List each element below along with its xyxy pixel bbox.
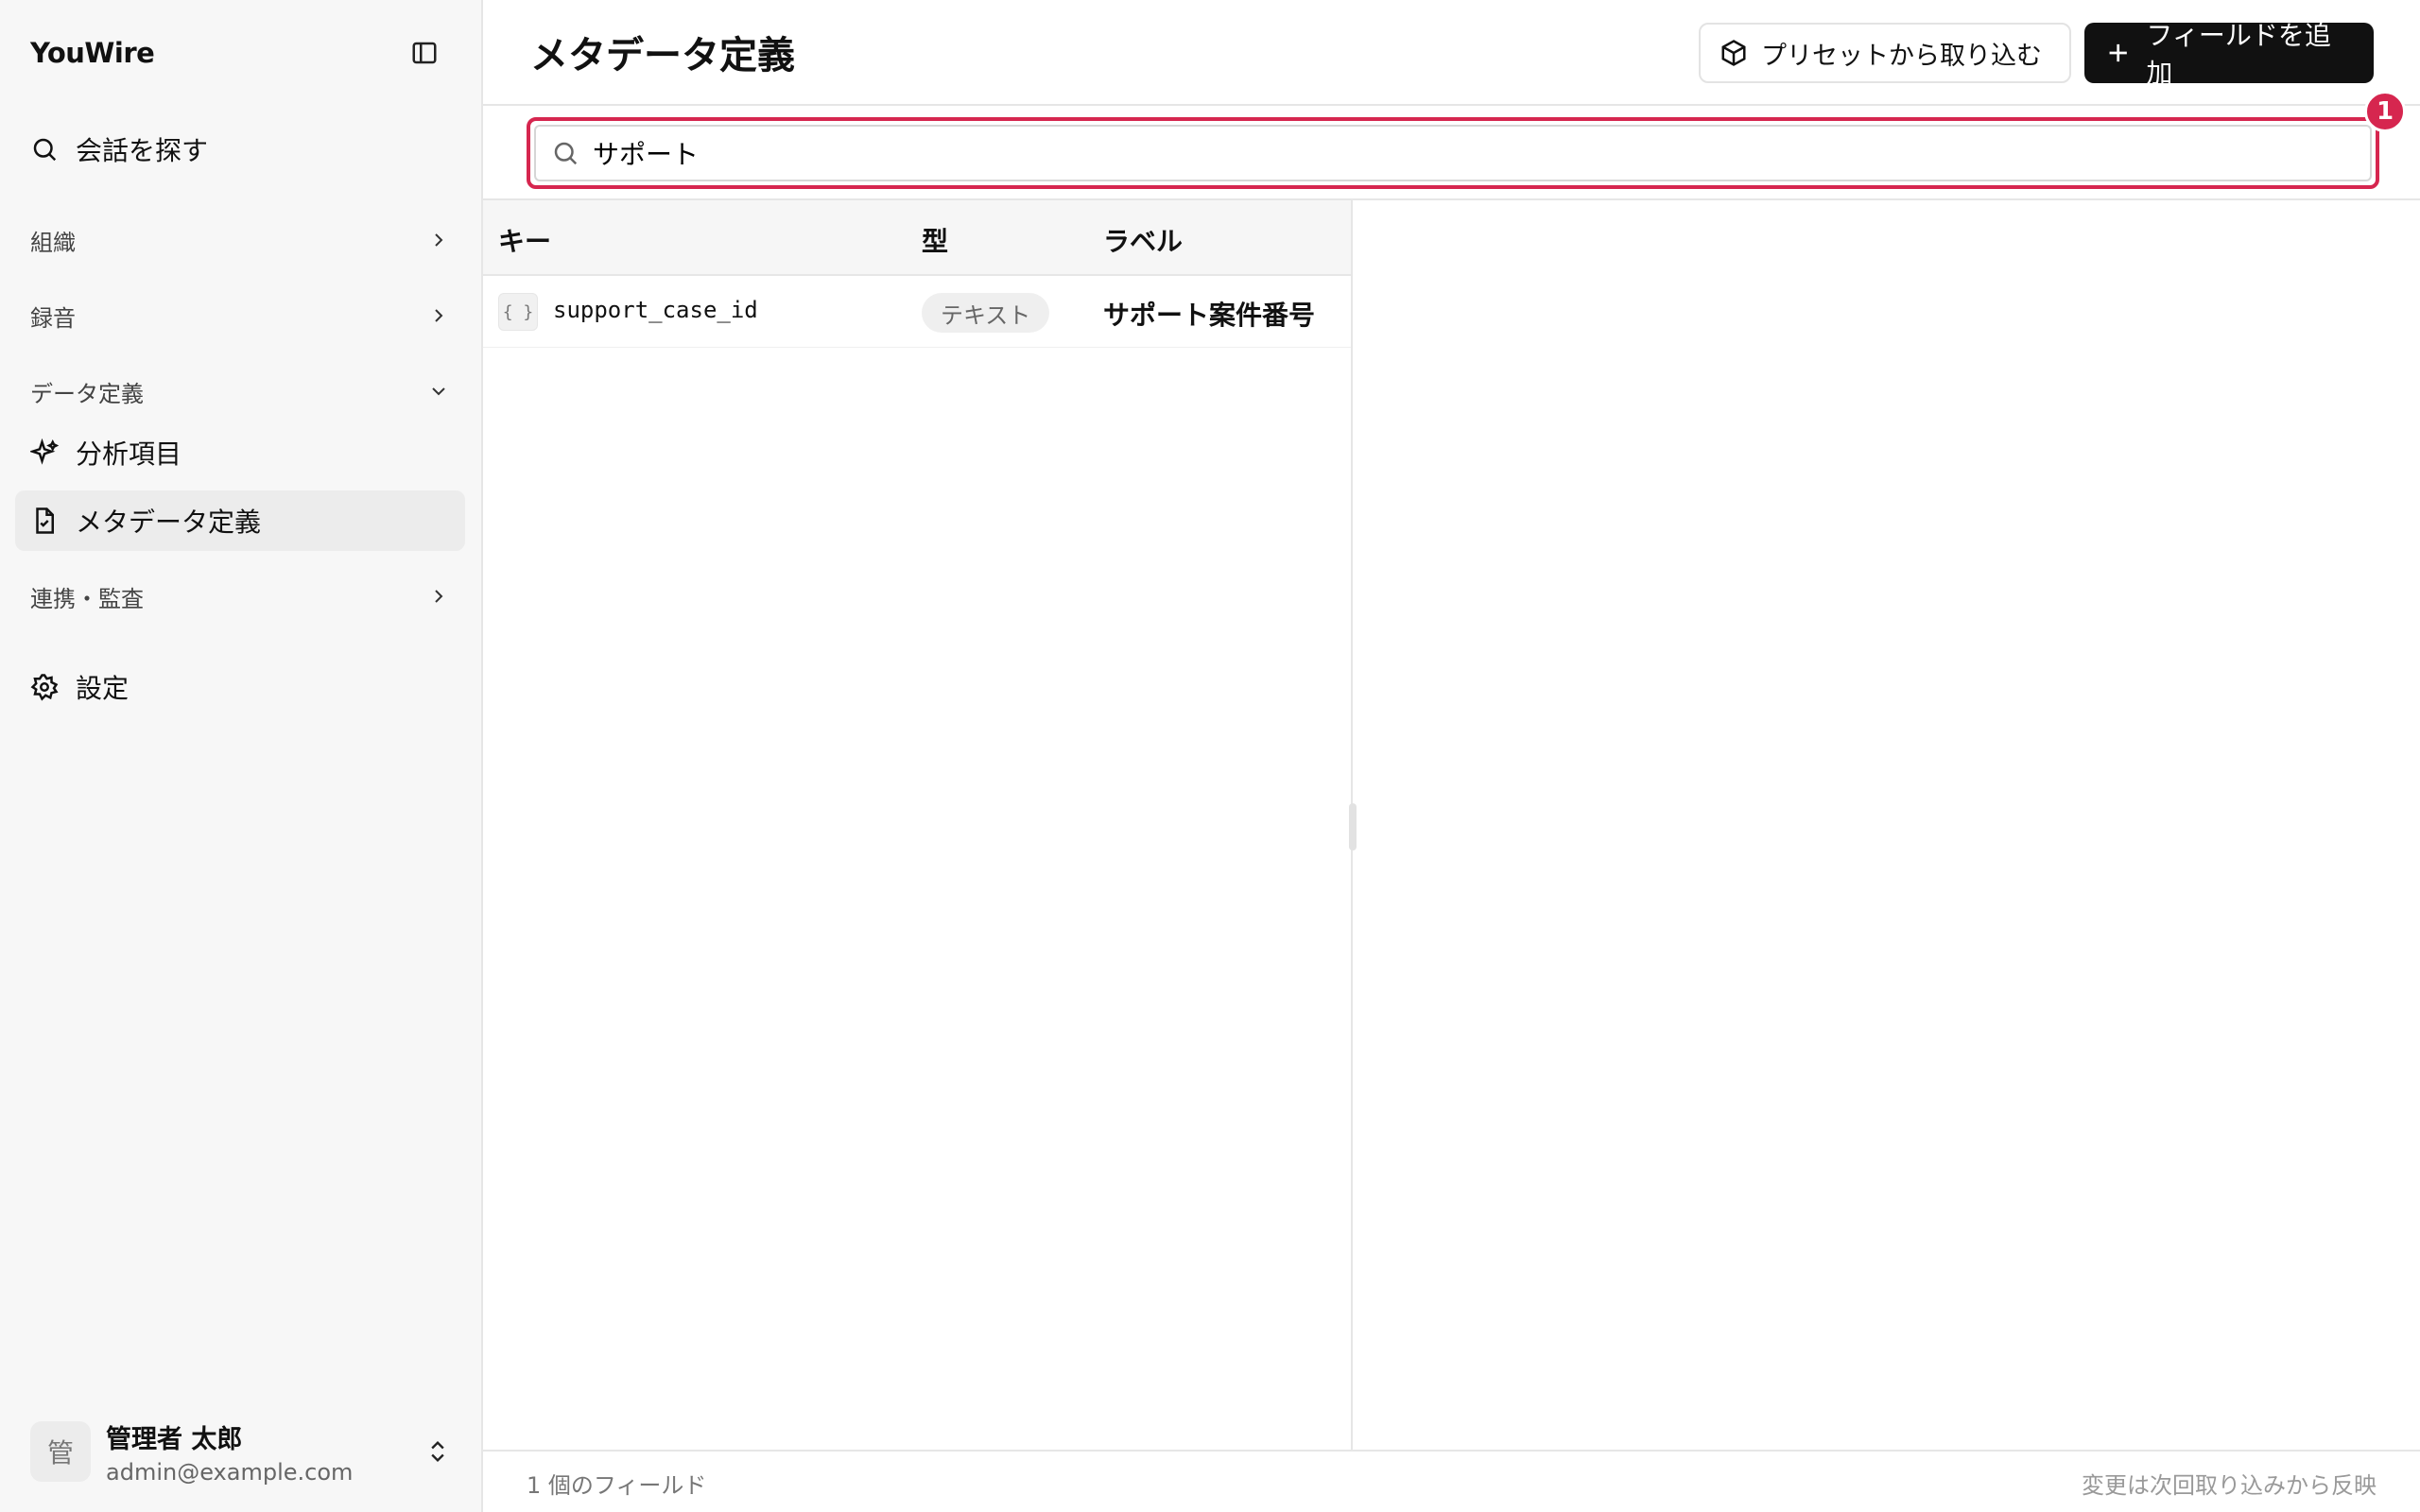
- column-type: 型: [922, 226, 949, 257]
- user-email: admin@example.com: [106, 1458, 354, 1486]
- sidebar-item-label: 分析項目: [76, 438, 182, 470]
- column-key: キー: [498, 226, 552, 257]
- field-label: サポート案件番号: [1103, 300, 1316, 331]
- import-preset-button[interactable]: プリセットから取り込む: [1699, 23, 2071, 83]
- search-field-highlight: [527, 117, 2379, 189]
- chevron-right-icon: [435, 309, 443, 322]
- chevron-right-icon: [435, 233, 443, 247]
- field-count: 1 個のフィールド: [527, 1472, 707, 1499]
- main-content: メタデータ定義 プリセットから取り込む フィールドを追加 1 キー 型 ラベル: [483, 0, 2420, 1512]
- group-label: データ定義: [30, 380, 144, 407]
- header: メタデータ定義 プリセットから取り込む フィールドを追加: [483, 0, 2420, 106]
- type-badge: テキスト: [922, 293, 1050, 333]
- brand-row: YouWire: [30, 28, 443, 77]
- sidebar-group-recording[interactable]: 録音: [15, 289, 465, 342]
- user-menu[interactable]: 管 管理者 太郎 admin@example.com: [30, 1414, 451, 1489]
- page-title: メタデータ定義: [530, 34, 795, 77]
- import-preset-label: プリセットから取り込む: [1761, 41, 2042, 71]
- footer-note: 変更は次回取り込みから反映: [2082, 1472, 2377, 1499]
- column-label: ラベル: [1103, 226, 1184, 257]
- app: YouWire 会話を探す 組織 録音 データ定義 分析項目 メタデータ定義 連…: [0, 0, 2420, 1512]
- chevron-up-down-icon: [431, 1441, 444, 1462]
- field-key: support_case_id: [553, 297, 758, 323]
- sidebar-toggle-icon: [412, 42, 437, 64]
- sidebar-item-label: 設定: [76, 673, 130, 704]
- sidebar-item-metadata-definition[interactable]: メタデータ定義: [15, 490, 465, 551]
- sidebar-group-data-definition[interactable]: データ定義: [15, 365, 465, 418]
- gear-icon: [30, 674, 59, 701]
- group-label: 録音: [30, 304, 76, 332]
- table-row[interactable]: { } support_case_id テキスト サポート案件番号: [483, 276, 1351, 348]
- footer: 1 個のフィールド 変更は次回取り込みから反映: [483, 1450, 2420, 1512]
- search-icon: [554, 142, 578, 165]
- braces-icon: { }: [498, 293, 538, 331]
- sidebar-item-analysis-items[interactable]: 分析項目: [15, 422, 465, 483]
- search-input[interactable]: [593, 137, 2355, 169]
- search-conversations-button[interactable]: 会話を探す: [15, 119, 465, 180]
- sidebar: YouWire 会話を探す 組織 録音 データ定義 分析項目 メタデータ定義 連…: [0, 0, 483, 1512]
- user-name: 管理者 太郎: [106, 1424, 243, 1454]
- sidebar-group-organization[interactable]: 組織: [15, 214, 465, 266]
- group-label: 組織: [30, 229, 76, 256]
- avatar: 管: [30, 1421, 91, 1482]
- document-icon: [36, 507, 54, 534]
- plus-icon: [2109, 43, 2127, 62]
- user-info: 管理者 太郎 admin@example.com: [106, 1418, 424, 1486]
- sidebar-item-label: メタデータ定義: [76, 507, 262, 538]
- search-conversations-label: 会話を探す: [76, 135, 209, 166]
- sidebar-toggle-button[interactable]: [406, 34, 443, 72]
- sparkles-icon: [30, 438, 59, 465]
- sidebar-item-settings[interactable]: 設定: [15, 657, 465, 717]
- table-header: キー 型 ラベル: [483, 200, 1351, 276]
- brand-name: YouWire: [30, 37, 155, 69]
- chevron-down-icon: [432, 387, 445, 396]
- search-icon: [33, 138, 57, 162]
- add-field-button[interactable]: フィールドを追加: [2084, 20, 2374, 89]
- sidebar-group-integration-audit[interactable]: 連携・監査: [15, 570, 465, 623]
- package-icon: [1721, 40, 1746, 66]
- fields-table: キー 型 ラベル { } support_case_id テキスト サポート案件…: [483, 200, 1353, 1450]
- search-field[interactable]: [534, 125, 2372, 181]
- panel-resize-handle[interactable]: [1349, 803, 1357, 850]
- chevron-right-icon: [435, 590, 443, 603]
- group-label: 連携・監査: [30, 585, 144, 612]
- step-badge: 1: [2364, 91, 2406, 132]
- add-field-label: フィールドを追加: [2146, 20, 2331, 89]
